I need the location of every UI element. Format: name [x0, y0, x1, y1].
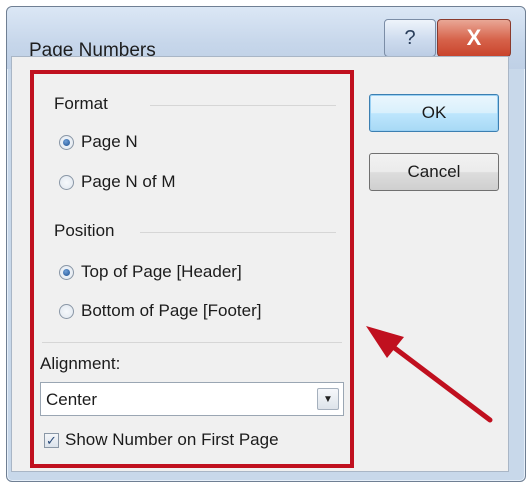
annotation-arrow-layer: [366, 326, 493, 423]
annotation-arrow-shaft: [381, 337, 493, 423]
